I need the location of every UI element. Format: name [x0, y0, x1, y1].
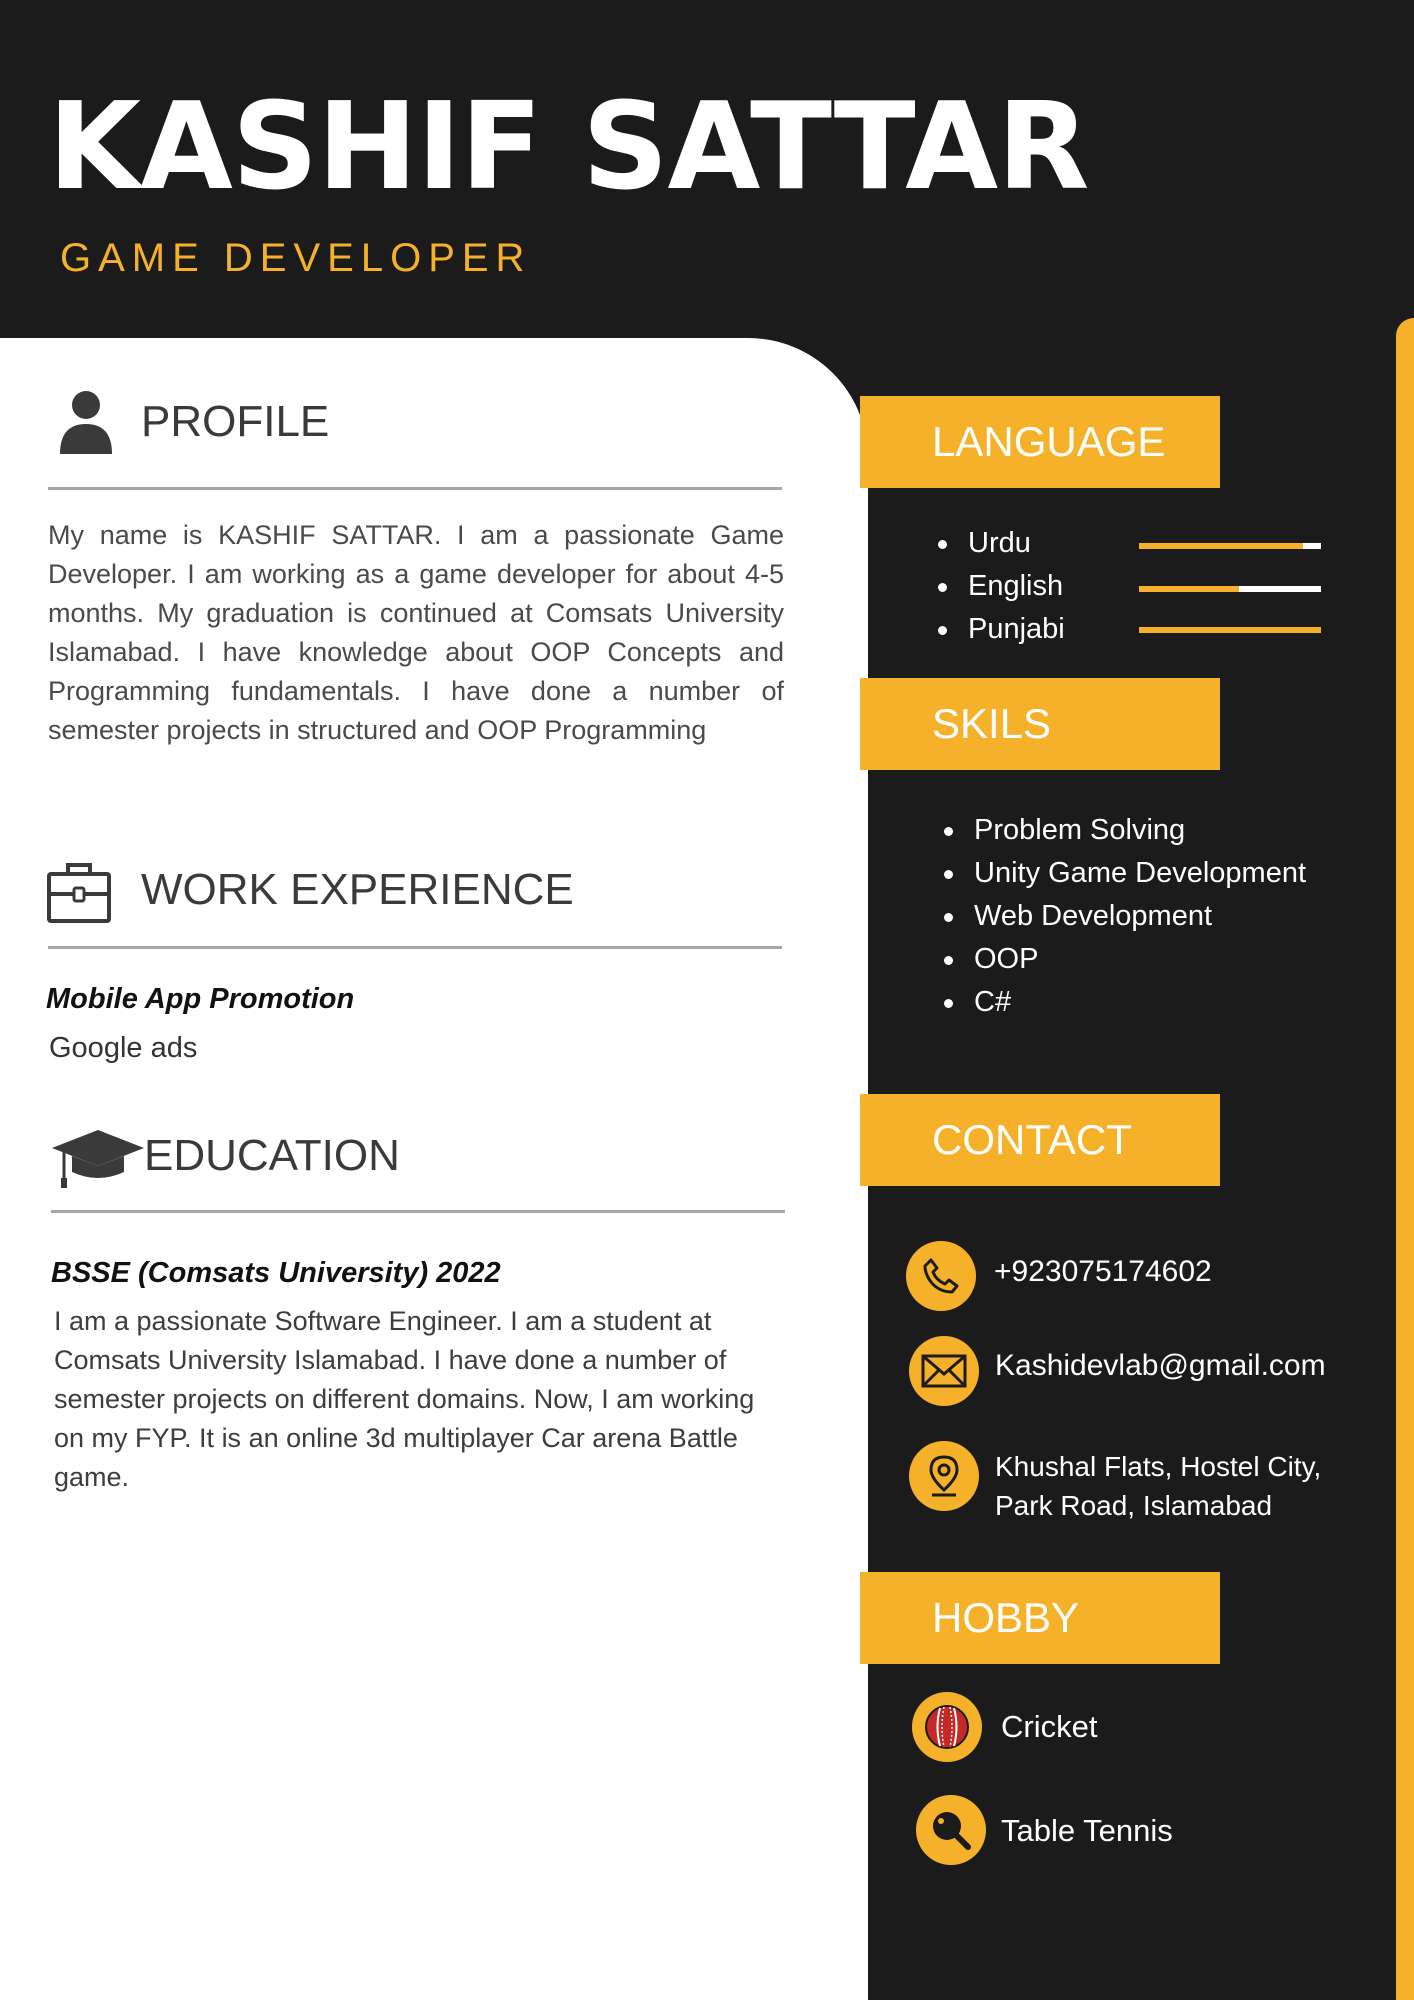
- address-line-1: Khushal Flats, Hostel City,: [995, 1451, 1322, 1482]
- skills-list: Problem Solving Unity Game Development W…: [940, 809, 1306, 1024]
- language-level-fill: [1139, 543, 1303, 549]
- candidate-role: GAME DEVELOPER: [60, 236, 532, 280]
- language-level-bar: [1139, 543, 1321, 549]
- education-text: I am a passionate Software Engineer. I a…: [54, 1306, 755, 1492]
- language-list: Urdu English Punjabi: [934, 522, 1065, 651]
- work-heading: WORK EXPERIENCE: [141, 865, 574, 914]
- candidate-name: KASHIF SATTAR: [48, 78, 1090, 217]
- contact-email: Kashidevlab@gmail.com: [995, 1349, 1326, 1382]
- language-item: Urdu: [934, 522, 1065, 565]
- education-heading: EDUCATION: [144, 1131, 400, 1180]
- degree-title: BSSE (Comsats University) 2022: [51, 1257, 501, 1289]
- skill-item: C#: [940, 981, 1306, 1024]
- cricket-badge: [912, 1692, 982, 1762]
- education-divider: [51, 1210, 785, 1213]
- location-pin-icon: [929, 1455, 959, 1497]
- language-item: Punjabi: [934, 608, 1065, 651]
- phone-badge: [906, 1241, 976, 1311]
- profile-text: My name is KASHIF SATTAR. I am a passion…: [48, 520, 784, 745]
- cricket-ball-icon: [925, 1705, 969, 1749]
- language-level-bar: [1139, 627, 1321, 633]
- language-level-fill: [1139, 627, 1321, 633]
- contact-phone: +923075174602: [994, 1255, 1212, 1288]
- work-divider: [48, 946, 782, 949]
- contact-address: Khushal Flats, Hostel City, Park Road, I…: [995, 1447, 1321, 1525]
- address-line-2: Park Road, Islamabad: [995, 1490, 1273, 1521]
- language-level-bar: [1139, 586, 1321, 592]
- ping-pong-paddle-icon: [933, 1812, 971, 1850]
- skill-item: OOP: [940, 938, 1306, 981]
- table-tennis-badge: [916, 1795, 986, 1865]
- email-badge: [909, 1336, 979, 1406]
- address-badge: [909, 1441, 979, 1511]
- person-icon: [60, 391, 112, 454]
- phone-icon: [923, 1258, 959, 1294]
- skill-item: Problem Solving: [940, 809, 1306, 852]
- graduation-cap-icon: [52, 1130, 144, 1188]
- skill-item: Web Development: [940, 895, 1306, 938]
- hobby-item: Table Tennis: [1001, 1813, 1173, 1848]
- skills-heading: SKILS: [860, 678, 1220, 770]
- skill-item: Unity Game Development: [940, 852, 1306, 895]
- hobby-heading: HOBBY: [860, 1572, 1220, 1664]
- briefcase-icon: [47, 863, 111, 923]
- profile-divider: [48, 487, 782, 490]
- job-title: Mobile App Promotion: [46, 983, 355, 1015]
- accent-strip: [1396, 318, 1414, 2000]
- language-heading: LANGUAGE: [860, 396, 1220, 488]
- resume-page: KASHIF SATTAR GAME DEVELOPER PROFILE My …: [0, 0, 1414, 2000]
- envelope-icon: [921, 1354, 967, 1388]
- contact-heading: CONTACT: [860, 1094, 1220, 1186]
- job-detail: Google ads: [49, 1032, 198, 1064]
- profile-heading: PROFILE: [141, 397, 330, 446]
- language-level-fill: [1139, 586, 1240, 592]
- language-item: English: [934, 565, 1065, 608]
- hobby-item: Cricket: [1001, 1709, 1098, 1744]
